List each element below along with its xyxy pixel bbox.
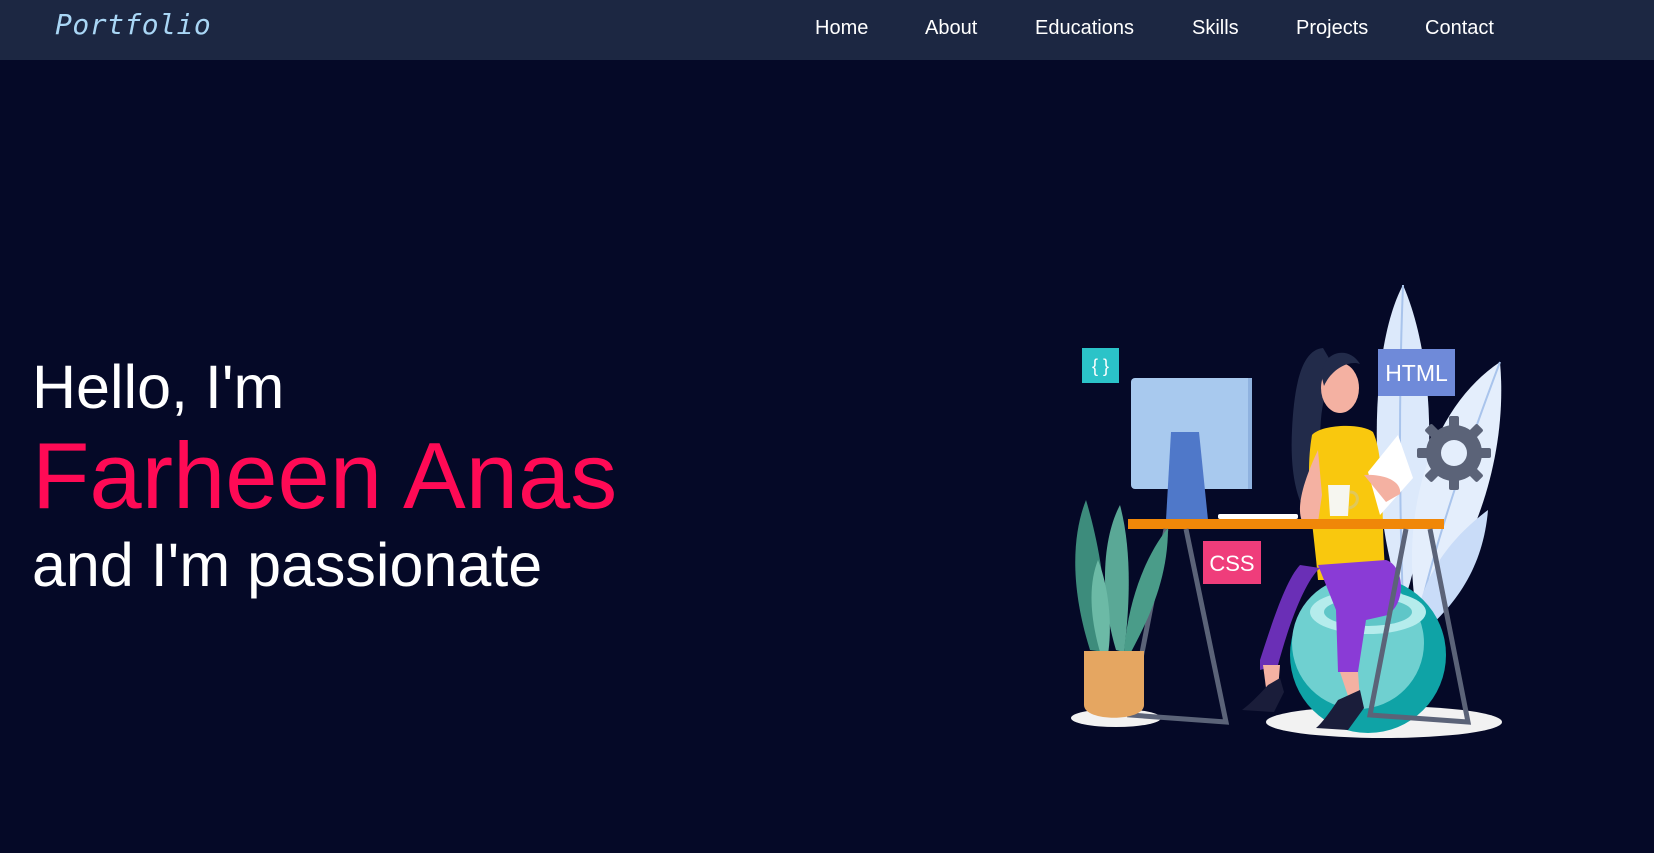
monitor [1131,378,1298,520]
potted-plant [1075,500,1168,718]
navbar: Portfolio Home About Educations Skills P… [0,0,1654,60]
css-tag: CSS [1203,541,1261,584]
hero-tagline: and I'm passionate [32,531,543,599]
html-tag: HTML [1378,349,1455,396]
braces-label: { } [1092,356,1109,376]
braces-tag: { } [1082,348,1119,383]
hero-greeting: Hello, I'm [32,353,285,421]
css-label: CSS [1209,551,1254,576]
hero-text: Hello, I'm Farheen Anas and I'm passiona… [32,352,617,600]
nav-link-home[interactable]: Home [815,17,868,40]
nav-link-educations[interactable]: Educations [1035,17,1134,40]
html-label: HTML [1385,360,1448,386]
nav-link-contact[interactable]: Contact [1425,17,1494,40]
nav-link-projects[interactable]: Projects [1296,17,1368,40]
hero-name: Farheen Anas [32,423,618,528]
developer-illustration: { } HTML CSS [1071,284,1502,738]
gear-icon [1417,416,1491,490]
hero-section: Hello, I'm Farheen Anas and I'm passiona… [0,60,1654,853]
nav-links: Home About Educations Skills Projects Co… [0,17,1654,47]
nav-link-skills[interactable]: Skills [1192,17,1239,40]
nav-link-about[interactable]: About [925,17,977,40]
